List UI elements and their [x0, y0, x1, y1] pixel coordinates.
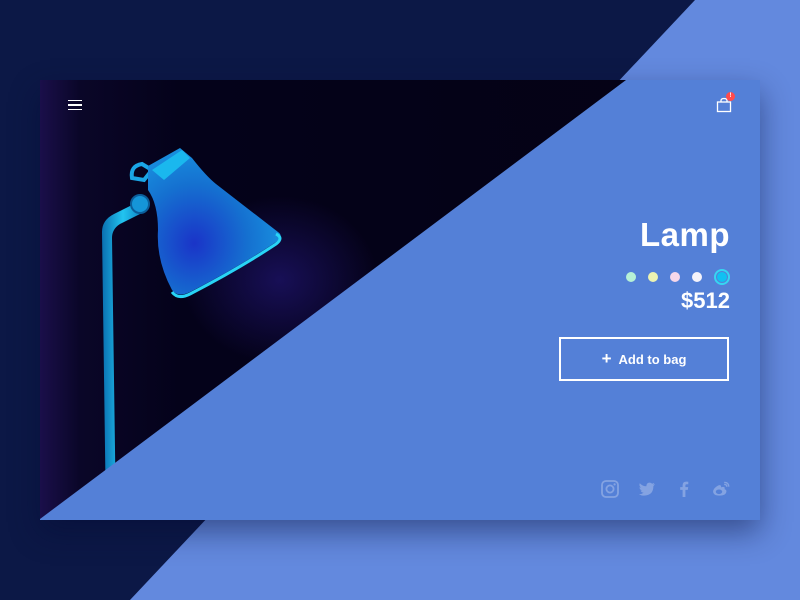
add-to-bag-button[interactable]: + Add to bag — [559, 337, 729, 381]
color-swatch-1[interactable] — [626, 272, 636, 282]
product-card: ! Lamp $512 + Add to bag — [40, 80, 760, 520]
color-swatch-3[interactable] — [670, 272, 680, 282]
plus-icon: + — [601, 348, 612, 368]
weibo-icon[interactable] — [711, 479, 731, 499]
hamburger-menu-icon[interactable] — [68, 97, 88, 113]
cart-button[interactable]: ! — [715, 92, 735, 114]
product-price: $512 — [681, 288, 730, 313]
social-links — [600, 479, 731, 499]
color-swatch-5[interactable] — [714, 269, 730, 285]
twitter-icon[interactable] — [637, 479, 657, 499]
instagram-icon[interactable] — [600, 479, 620, 499]
facebook-icon[interactable] — [674, 479, 694, 499]
add-to-bag-label: Add to bag — [618, 351, 687, 367]
color-swatch-2[interactable] — [648, 272, 658, 282]
color-swatches — [626, 269, 730, 285]
color-swatch-4[interactable] — [692, 272, 702, 282]
cart-badge: ! — [726, 92, 735, 101]
product-title: Lamp — [639, 216, 730, 253]
